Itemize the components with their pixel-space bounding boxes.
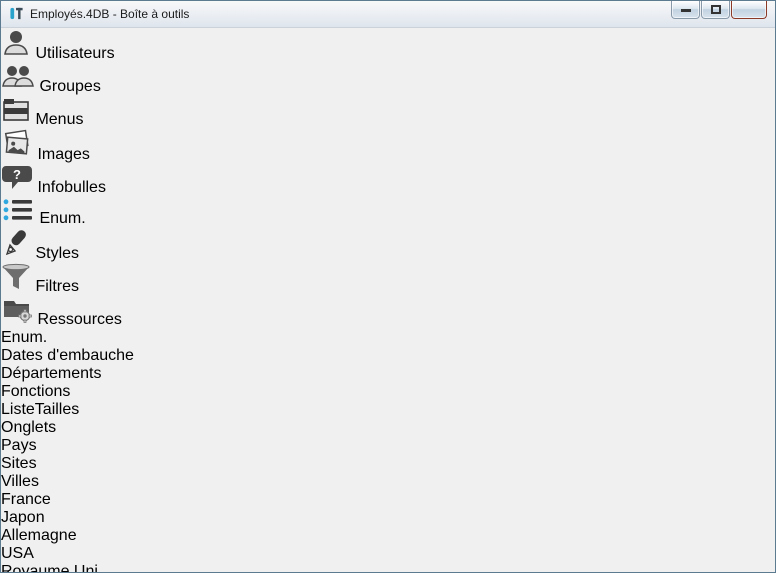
sidebar: Utilisateurs Groupes Menus Images <box>1 28 775 329</box>
sidebar-item-filtres[interactable]: Filtres <box>1 263 775 296</box>
toolbox-window: Employés.4DB - Boîte à outils Utilisateu… <box>0 0 776 573</box>
sidebar-item-ressources[interactable]: Ressources <box>1 296 775 329</box>
title-bar[interactable]: Employés.4DB - Boîte à outils <box>1 1 775 28</box>
sidebar-item-styles[interactable]: Styles <box>1 228 775 263</box>
list-item-label: France <box>1 491 51 508</box>
resources-folder-icon <box>1 311 37 328</box>
enum-list: Dates d'embauche Départements Fonctions … <box>1 347 775 491</box>
sidebar-item-label: Infobulles <box>37 179 106 196</box>
sidebar-item-enum[interactable]: Enum. <box>1 197 775 228</box>
window-body: Utilisateurs Groupes Menus Images <box>1 28 775 573</box>
sidebar-item-label: Enum. <box>39 210 85 227</box>
list-item-label: ListeTailles <box>1 401 79 418</box>
minimize-icon <box>681 9 691 12</box>
list-item[interactable]: USA <box>1 545 775 563</box>
list-item-label: Fonctions <box>1 383 70 400</box>
close-button[interactable] <box>731 1 767 19</box>
value-list: France Japon Allemagne USA <box>1 491 775 573</box>
list-item-label: Allemagne <box>1 527 77 544</box>
menu-window-icon <box>1 111 35 128</box>
list-item[interactable]: Royaume Uni <box>1 563 775 573</box>
list-item[interactable]: Japon <box>1 509 775 527</box>
list-item[interactable]: ListeTailles <box>1 401 775 419</box>
list-item-label: Royaume Uni <box>1 563 98 573</box>
list-item-label: Pays <box>1 437 37 454</box>
sidebar-item-label: Utilisateurs <box>35 45 114 62</box>
app-toolbox-icon <box>9 6 24 22</box>
list-item-label: Onglets <box>1 419 56 436</box>
sidebar-item-infobulles[interactable]: ? Infobulles <box>1 164 775 197</box>
sidebar-item-menus[interactable]: Menus <box>1 96 775 129</box>
list-item[interactable]: Allemagne <box>1 527 775 545</box>
pen-icon <box>1 245 35 262</box>
window-controls <box>671 1 767 19</box>
sidebar-item-label: Menus <box>35 111 83 128</box>
list-item[interactable]: Onglets <box>1 419 775 437</box>
list-item[interactable]: Villes <box>1 473 775 491</box>
maximize-icon <box>711 5 721 14</box>
content-area: Enum. Dates d'embauche Départements Fonc… <box>1 329 775 573</box>
panels: Dates d'embauche Départements Fonctions … <box>1 347 775 573</box>
list-item-label: Dates d'embauche <box>1 347 134 364</box>
list-item-label: Japon <box>1 509 45 526</box>
filter-funnel-icon <box>1 278 35 295</box>
value-list-panel: France Japon Allemagne USA <box>1 491 775 573</box>
images-icon <box>1 146 37 163</box>
sidebar-item-label: Filtres <box>35 278 79 295</box>
list-item-selected[interactable]: France <box>1 491 775 509</box>
sidebar-item-images[interactable]: Images <box>1 129 775 164</box>
list-item-selected[interactable]: Pays <box>1 437 775 455</box>
page-title-bar: Enum. <box>1 329 775 347</box>
sidebar-item-label: Ressources <box>37 311 121 328</box>
list-item[interactable]: Sites <box>1 455 775 473</box>
list-item-label: USA <box>1 545 34 562</box>
enum-list-icon <box>1 210 39 227</box>
sidebar-item-label: Styles <box>35 245 79 262</box>
list-item-label: Sites <box>1 455 37 472</box>
list-item[interactable]: Dates d'embauche <box>1 347 775 365</box>
list-item-label: Villes <box>1 473 39 490</box>
sidebar-item-utilisateurs[interactable]: Utilisateurs <box>1 28 775 63</box>
list-item[interactable]: Départements <box>1 365 775 383</box>
sidebar-item-groupes[interactable]: Groupes <box>1 63 775 96</box>
users-icon <box>1 78 39 95</box>
tooltip-bubble-icon: ? <box>1 179 37 196</box>
svg-text:?: ? <box>13 167 21 182</box>
enum-list-panel: Dates d'embauche Départements Fonctions … <box>1 347 775 491</box>
list-item[interactable]: Fonctions <box>1 383 775 401</box>
window-title: Employés.4DB - Boîte à outils <box>30 7 189 21</box>
list-item-label: Départements <box>1 365 102 382</box>
minimize-button[interactable] <box>671 1 700 19</box>
page-title: Enum. <box>1 329 47 346</box>
sidebar-item-label: Images <box>37 146 89 163</box>
sidebar-item-label: Groupes <box>39 78 100 95</box>
user-icon <box>1 45 35 62</box>
maximize-button[interactable] <box>701 1 730 19</box>
